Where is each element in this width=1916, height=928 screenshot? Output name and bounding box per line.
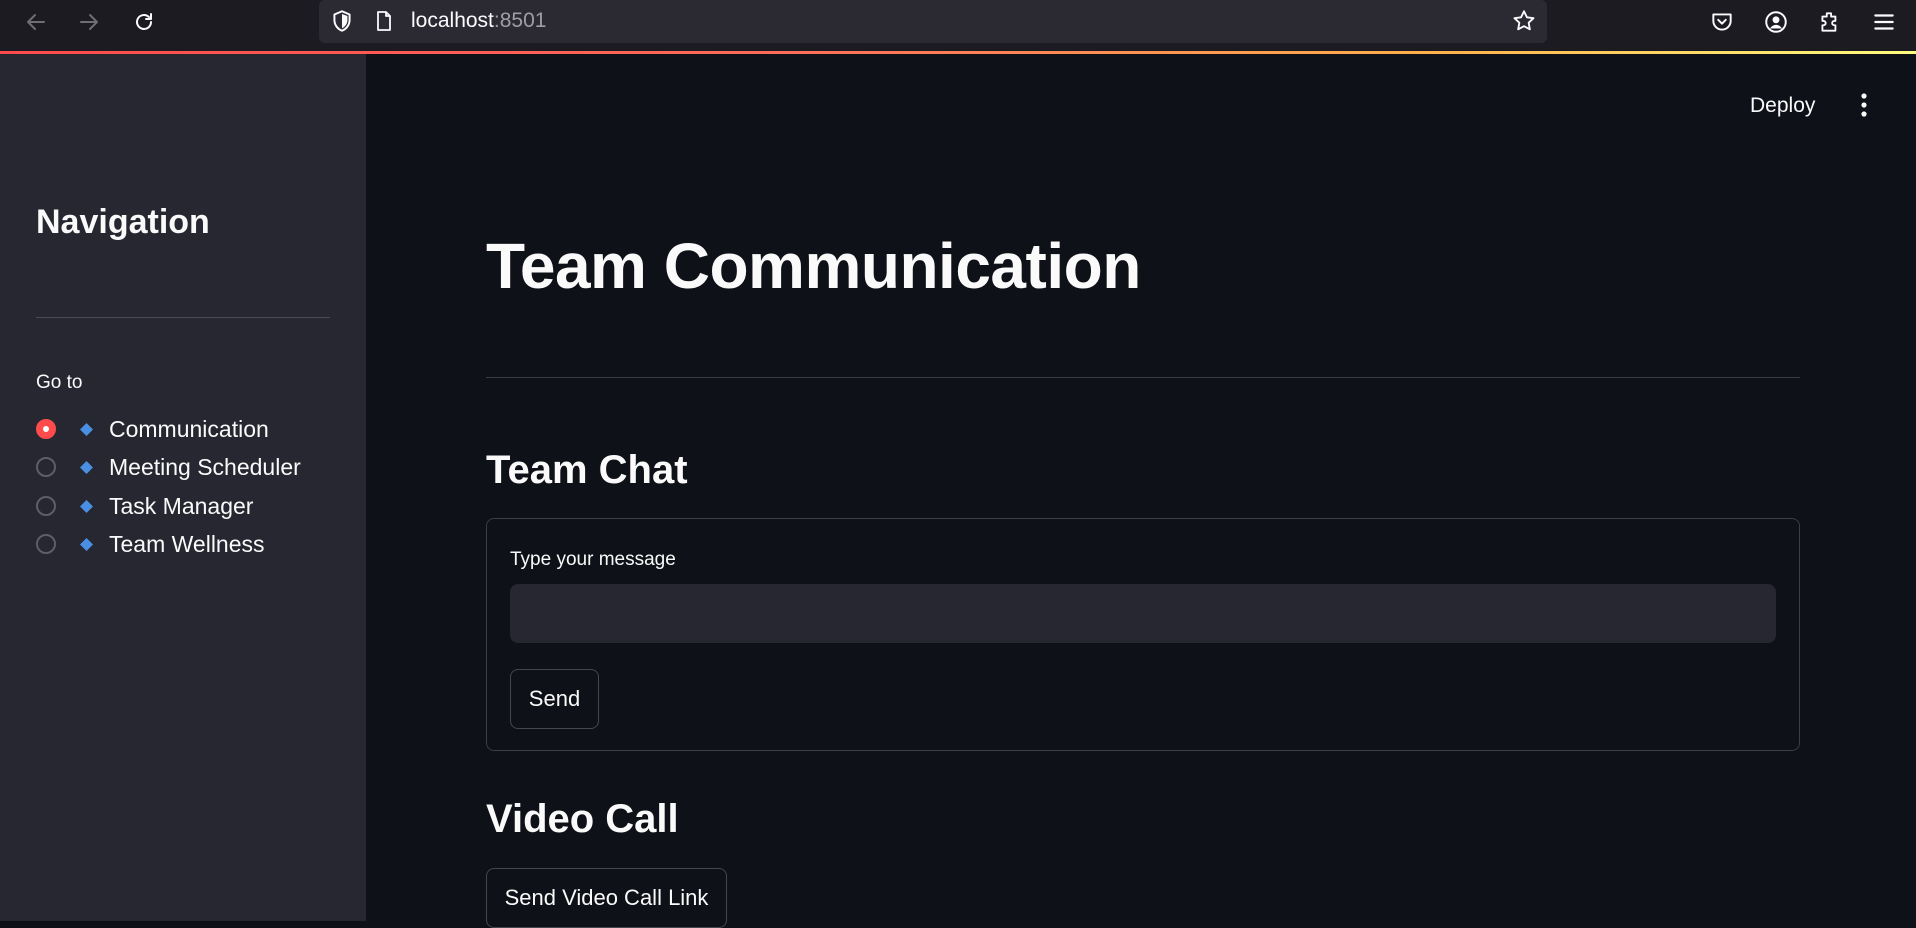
forward-arrow-icon: [80, 14, 98, 30]
send-button[interactable]: Send: [510, 669, 599, 729]
star-icon[interactable]: [1511, 8, 1537, 34]
address-bar[interactable]: localhost:8501: [319, 0, 1547, 43]
diamond-icon: [80, 422, 93, 436]
deploy-button[interactable]: Deploy: [1750, 92, 1815, 120]
page-icon[interactable]: [372, 9, 396, 33]
app-menu-button[interactable]: [1867, 5, 1901, 39]
sidebar-item-communication[interactable]: Communication: [36, 414, 269, 444]
message-input-label: Type your message: [510, 549, 676, 570]
pocket-icon: [1712, 13, 1732, 31]
back-arrow-icon: [27, 14, 45, 30]
forward-button[interactable]: [71, 4, 107, 40]
sidebar-item-label: Communication: [109, 416, 269, 442]
url-host: localhost: [411, 9, 494, 32]
more-options-icon[interactable]: [1852, 90, 1876, 120]
page-title: Team Communication: [486, 230, 1141, 302]
diamond-icon: [80, 499, 93, 513]
extensions-icon: [1821, 12, 1837, 32]
account-button[interactable]: [1759, 5, 1793, 39]
message-input[interactable]: [510, 584, 1776, 643]
radio-button[interactable]: [36, 534, 56, 554]
browser-toolbar: localhost:8501: [0, 0, 1916, 52]
diamond-icon: [80, 460, 93, 474]
back-button[interactable]: [18, 4, 54, 40]
reload-button[interactable]: [126, 4, 162, 40]
radio-group-label: Go to: [36, 372, 83, 393]
video-call-heading: Video Call: [486, 797, 679, 841]
pocket-button[interactable]: [1705, 5, 1739, 39]
radio-button-selected[interactable]: [36, 419, 56, 439]
sidebar-item-task-manager[interactable]: Task Manager: [36, 491, 253, 521]
radio-button[interactable]: [36, 457, 56, 477]
hamburger-menu-icon: [1874, 14, 1894, 30]
reload-icon: [136, 13, 152, 30]
url-port: :8501: [493, 9, 547, 32]
team-chat-heading: Team Chat: [486, 448, 688, 492]
title-divider: [486, 377, 1800, 378]
chat-form: Type your message Send: [486, 518, 1800, 751]
diamond-icon: [80, 537, 93, 551]
account-icon: [1765, 11, 1787, 33]
extensions-button[interactable]: [1813, 5, 1847, 39]
sidebar-divider: [36, 317, 330, 318]
sidebar: Navigation Go to Communication Meeting S…: [0, 54, 366, 921]
sidebar-item-meeting-scheduler[interactable]: Meeting Scheduler: [36, 452, 301, 482]
sidebar-item-label: Team Wellness: [109, 531, 265, 557]
sidebar-item-label: Task Manager: [109, 493, 254, 519]
sidebar-item-label: Meeting Scheduler: [109, 454, 301, 480]
url-text[interactable]: localhost:8501: [411, 9, 546, 33]
send-video-call-link-button[interactable]: Send Video Call Link: [486, 868, 727, 928]
sidebar-item-team-wellness[interactable]: Team Wellness: [36, 529, 265, 559]
sidebar-title: Navigation: [36, 203, 210, 241]
shield-icon[interactable]: [329, 8, 355, 34]
radio-button[interactable]: [36, 496, 56, 516]
